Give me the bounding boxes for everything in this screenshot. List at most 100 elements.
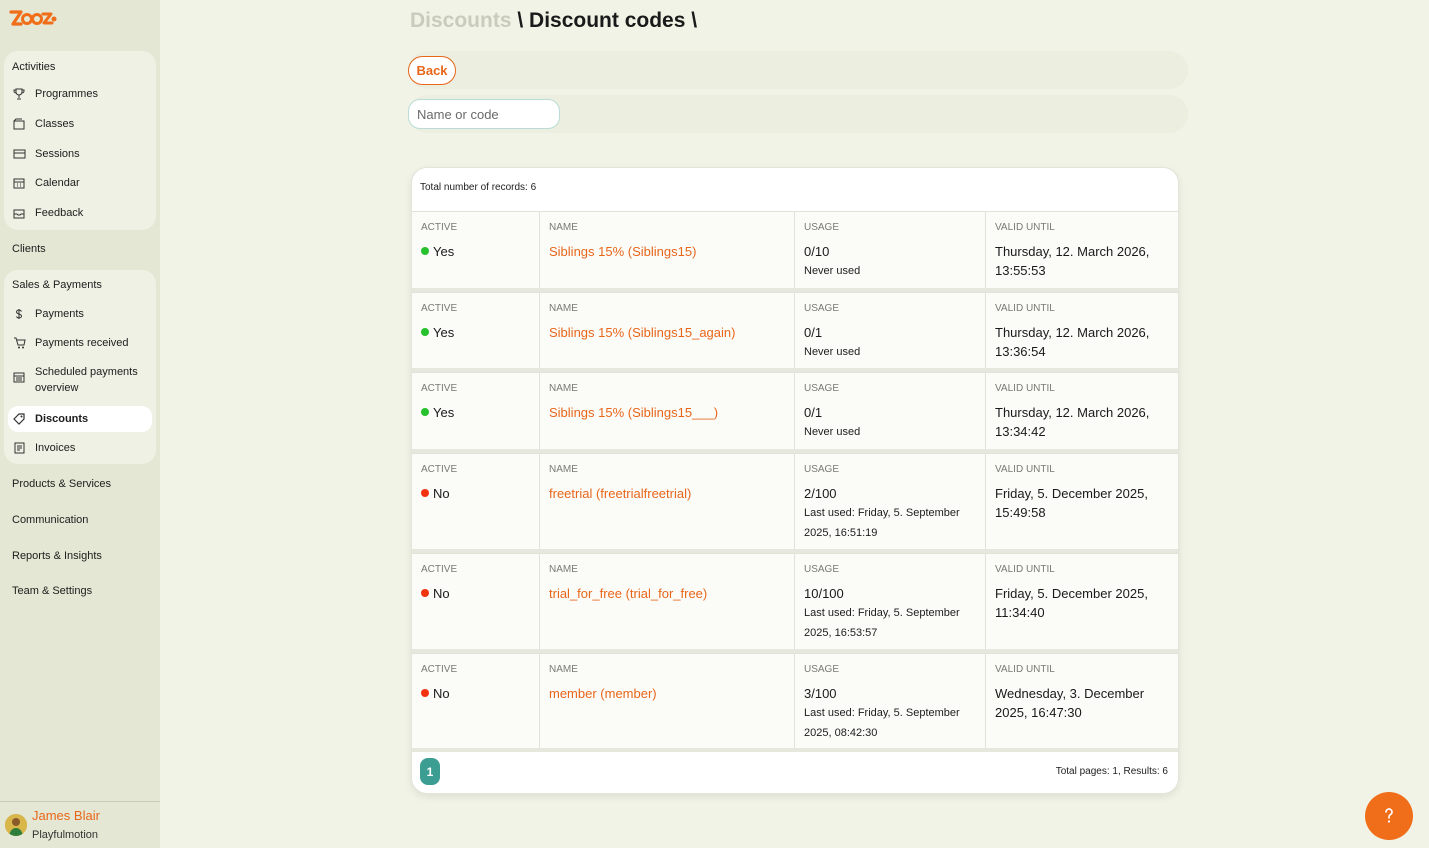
breadcrumb-separator: \: [511, 9, 530, 32]
breadcrumb-parent[interactable]: Discounts: [410, 9, 512, 32]
active-cell: ACTIVE Yes: [412, 373, 540, 449]
nav-group-activities: Activities Programmes Classes Sessions C…: [4, 51, 156, 230]
valid-until-value: Friday, 5. December 2025, 15:49:58: [995, 486, 1148, 520]
table-row[interactable]: ACTIVE Yes NAME Siblings 15% (Siblings15…: [412, 211, 1178, 288]
status-dot-icon: [421, 408, 429, 416]
column-label: ACTIVE: [421, 303, 458, 314]
valid-until-value: Wednesday, 3. December 2025, 16:47:30: [995, 686, 1145, 720]
sidebar-item-team[interactable]: Team & Settings: [12, 585, 92, 597]
avatar[interactable]: [5, 814, 27, 836]
sidebar-item-clients[interactable]: Clients: [12, 243, 46, 255]
discount-name-link[interactable]: Siblings 15% (Siblings15): [549, 242, 696, 261]
sidebar-item-classes[interactable]: Classes: [8, 111, 152, 137]
name-cell: NAME Siblings 15% (Siblings15): [540, 212, 795, 288]
sidebar-item-label: Scheduled payments overview: [35, 366, 138, 394]
active-status: Yes: [421, 242, 454, 261]
table-row[interactable]: ACTIVE No NAME freetrial (freetrialfreet…: [412, 453, 1178, 549]
discount-name-link[interactable]: member (member): [549, 684, 657, 703]
active-cell: ACTIVE No: [412, 454, 540, 549]
usage-note: Never used: [804, 426, 861, 438]
active-status: No: [421, 684, 450, 703]
column-label: ACTIVE: [421, 222, 458, 233]
tag-icon: [12, 412, 26, 426]
sidebar-item-invoices[interactable]: Invoices: [8, 435, 152, 461]
column-label: NAME: [549, 303, 578, 314]
sidebar-item-label: Payments: [35, 308, 84, 320]
valid-until-cell: VALID UNTIL Wednesday, 3. December 2025,…: [986, 654, 1178, 748]
column-label: NAME: [549, 564, 578, 575]
table-row[interactable]: ACTIVE No NAME member (member) USAGE 3/1…: [412, 653, 1178, 748]
column-label: VALID UNTIL: [995, 664, 1055, 675]
table-row[interactable]: ACTIVE No NAME trial_for_free (trial_for…: [412, 553, 1178, 649]
usage-cell: USAGE 2/100 Last used: Friday, 5. Septemb…: [795, 454, 986, 549]
page-title: Discount codes: [529, 9, 686, 32]
sidebar-item-discounts[interactable]: Discounts: [8, 406, 152, 432]
active-status: Yes: [421, 403, 454, 422]
discount-name-link[interactable]: Siblings 15% (Siblings15___): [549, 403, 718, 422]
discount-name-link[interactable]: trial_for_free (trial_for_free): [549, 584, 707, 603]
user-panel[interactable]: James Blair Playfulmotion: [0, 801, 160, 848]
column-label: NAME: [549, 664, 578, 675]
action-bar: [408, 51, 1188, 89]
back-button[interactable]: Back: [408, 56, 456, 85]
help-button[interactable]: [1365, 792, 1413, 840]
status-dot-icon: [421, 328, 429, 336]
sidebar-item-payments[interactable]: Payments: [8, 301, 152, 327]
column-label: VALID UNTIL: [995, 383, 1055, 394]
pagination-page-button[interactable]: 1: [420, 758, 440, 785]
name-cell: NAME Siblings 15% (Siblings15_again): [540, 293, 795, 368]
active-status: No: [421, 584, 450, 603]
sidebar-item-sessions[interactable]: Sessions: [8, 141, 152, 167]
sidebar-item-calendar[interactable]: Calendar: [8, 170, 152, 196]
sidebar: Activities Programmes Classes Sessions C…: [0, 0, 160, 848]
valid-until-value: Thursday, 12. March 2026, 13:36:54: [995, 325, 1150, 359]
usage-cell: USAGE 3/100 Last used: Friday, 5. Septemb…: [795, 654, 986, 748]
column-label: ACTIVE: [421, 383, 458, 394]
trophy-icon: [12, 87, 26, 101]
nav-group-sales: Sales & Payments Payments Payments recei…: [4, 270, 156, 464]
user-name[interactable]: James Blair: [32, 808, 100, 823]
valid-until-cell: VALID UNTIL Friday, 5. December 2025, 11…: [986, 554, 1178, 649]
name-cell: NAME freetrial (freetrialfreetrial): [540, 454, 795, 549]
sidebar-item-label: Discounts: [35, 413, 89, 425]
column-label: ACTIVE: [421, 464, 458, 475]
sidebar-item-communication[interactable]: Communication: [12, 514, 88, 526]
nav-group-title[interactable]: Activities: [12, 61, 55, 73]
sidebar-item-payments-received[interactable]: Payments received: [8, 330, 152, 356]
calendar-icon: [12, 176, 26, 190]
sidebar-item-products[interactable]: Products & Services: [12, 478, 111, 490]
status-dot-icon: [421, 489, 429, 497]
org-name: Playfulmotion: [32, 829, 99, 841]
inbox-icon: [12, 206, 26, 220]
breadcrumb-separator: \: [685, 9, 698, 32]
sidebar-item-scheduled-payments[interactable]: Scheduled payments overview: [8, 362, 152, 396]
help-icon: [1385, 808, 1393, 823]
column-label: VALID UNTIL: [995, 464, 1055, 475]
discount-name-link[interactable]: freetrial (freetrialfreetrial): [549, 484, 691, 503]
column-label: NAME: [549, 222, 578, 233]
discount-name-link[interactable]: Siblings 15% (Siblings15_again): [549, 323, 735, 342]
cart-icon: [12, 336, 26, 350]
usage-note: Last used: Friday, 5. September 2025, 08…: [804, 707, 960, 739]
table-row[interactable]: ACTIVE Yes NAME Siblings 15% (Siblings15…: [412, 292, 1178, 368]
sidebar-item-programmes[interactable]: Programmes: [8, 81, 152, 107]
usage-value: 3/100 Last used: Friday, 5. September 202…: [804, 684, 982, 743]
zooza-logo[interactable]: [9, 8, 57, 30]
usage-note: Last used: Friday, 5. September 2025, 16…: [804, 607, 960, 639]
valid-until-cell: VALID UNTIL Thursday, 12. March 2026, 13…: [986, 293, 1178, 368]
schedule-icon: [12, 370, 26, 384]
name-cell: NAME Siblings 15% (Siblings15___): [540, 373, 795, 449]
total-records-label: Total number of records: 6: [420, 182, 537, 193]
active-status: No: [421, 484, 450, 503]
sidebar-item-reports[interactable]: Reports & Insights: [12, 550, 102, 562]
table-row[interactable]: ACTIVE Yes NAME Siblings 15% (Siblings15…: [412, 372, 1178, 449]
sidebar-item-label: Payments received: [35, 337, 129, 349]
nav-group-title[interactable]: Sales & Payments: [12, 279, 102, 291]
usage-value: 10/100 Last used: Friday, 5. September 20…: [804, 584, 982, 643]
sidebar-item-feedback[interactable]: Feedback: [8, 200, 152, 226]
search-input[interactable]: [408, 99, 560, 129]
valid-until-cell: VALID UNTIL Thursday, 12. March 2026, 13…: [986, 373, 1178, 449]
sidebar-item-label: Programmes: [35, 88, 98, 100]
usage-value: 0/1 Never used: [804, 323, 982, 362]
usage-value: 0/1 Never used: [804, 403, 982, 442]
